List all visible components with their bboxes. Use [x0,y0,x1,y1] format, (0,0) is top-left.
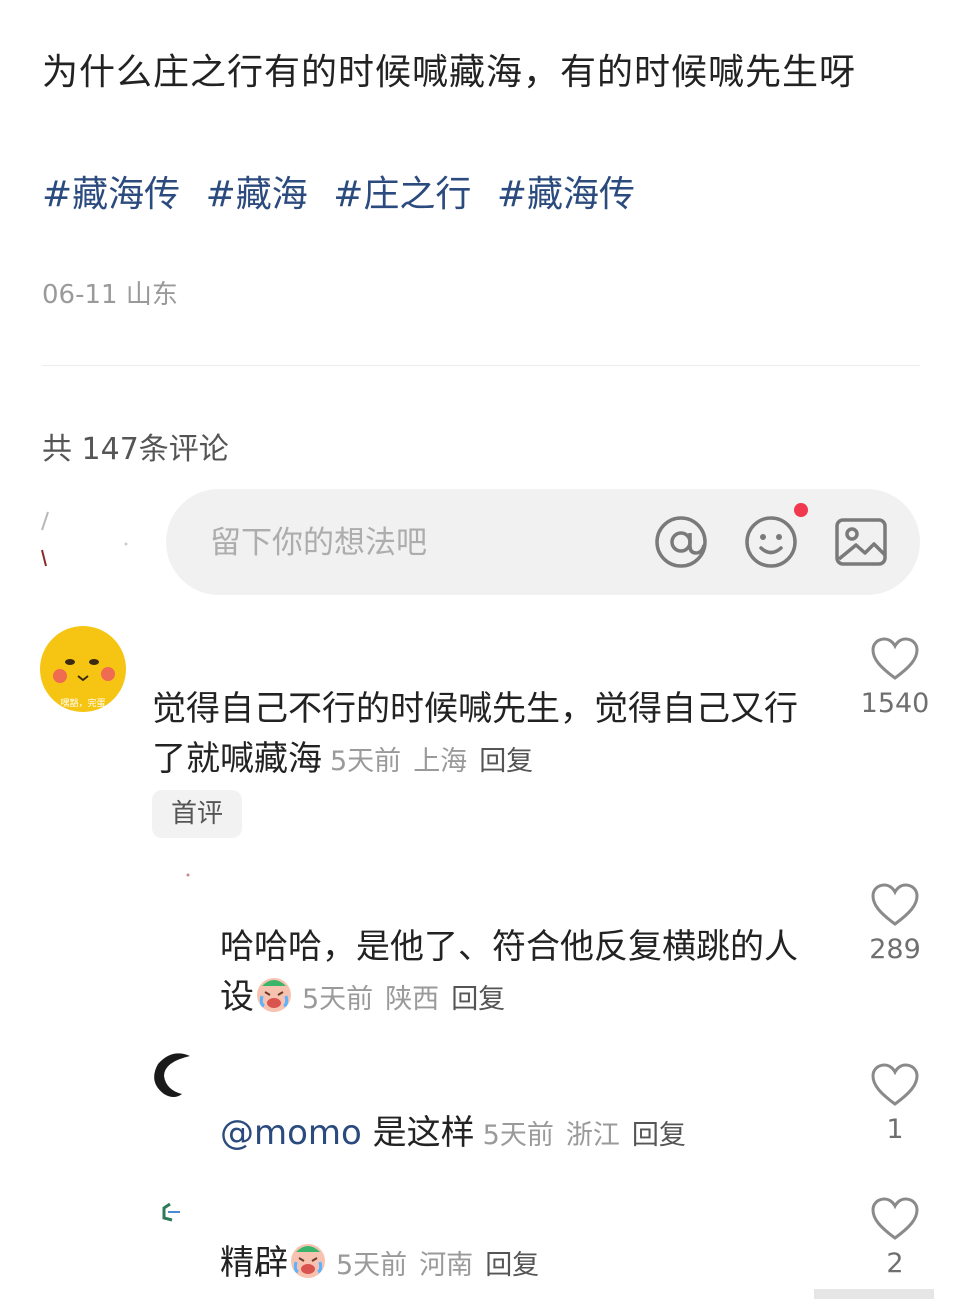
post-location: 山东 [125,280,178,310]
comment-location: 陕西 [385,984,440,1015]
comment-meta: 5天前 陕西 回复 [302,984,505,1015]
avatar[interactable] [158,1198,188,1228]
avatar[interactable] [150,1050,200,1100]
tag-link[interactable]: #藏海 [206,174,308,215]
reply-button[interactable]: 回复 [479,746,533,777]
comment-body: 精辟 5天前 河南 回复 [220,1238,830,1291]
comment-meta: 5天前 河南 回复 [336,1250,539,1281]
tag-link[interactable]: #藏海传 [42,174,180,215]
comment-count: 共 147条评论 [42,432,229,467]
heart-icon [871,637,919,680]
tag-link[interactable]: #庄之行 [333,174,471,215]
heart-icon [871,1063,919,1106]
avatar-caption: 嘿豁，完蛋 [60,697,105,709]
comment-time: 5天前 [302,984,374,1015]
avatar[interactable] [150,870,210,930]
comment-location: 河南 [419,1250,474,1281]
like-button[interactable]: 1 [855,1062,935,1145]
comment-body: 哈哈哈，是他了、符合他反复横跳的人设 5天前 陕西 回复 [220,922,830,1025]
crying-emoji-icon [288,1240,328,1280]
reply-button[interactable]: 回复 [451,984,505,1015]
avatar[interactable]: 嘿豁，完蛋 [40,626,126,712]
mention-link[interactable]: @momo [220,1113,362,1153]
comment-text: 是这样 [372,1113,475,1153]
like-button[interactable]: 1540 [855,636,935,719]
reply-button[interactable]: 回复 [632,1120,686,1151]
comment-text: 精辟 [220,1243,288,1283]
comment-time: 5天前 [336,1250,408,1281]
post-title: 为什么庄之行有的时候喊藏海，有的时候喊先生呀 [42,52,857,93]
comment-meta: 5天前 上海 回复 [330,746,533,777]
like-count: 289 [869,934,921,965]
like-button[interactable]: 2 [855,1196,935,1279]
like-count: 2 [886,1248,904,1279]
like-count: 1 [886,1114,904,1145]
emoji-icon[interactable] [742,513,800,571]
comment-time: 5天前 [482,1120,554,1151]
comment-meta: 5天前 浙江 回复 [483,1120,686,1151]
like-count: 1540 [860,688,930,719]
comment-input-box[interactable] [166,489,920,595]
divider [42,365,920,366]
comment-time: 5天前 [330,746,402,777]
comment-input[interactable] [208,515,612,571]
comment-body: 觉得自己不行的时候喊先生，觉得自己又行了就喊藏海 5天前 上海 回复 [152,684,802,787]
heart-icon [871,1197,919,1240]
watermark [814,1283,954,1305]
at-mention-icon[interactable] [652,513,710,571]
image-icon[interactable] [832,513,890,571]
my-avatar[interactable] [38,508,134,578]
comment-location: 上海 [413,746,468,777]
heart-icon [871,883,919,926]
comment-location: 浙江 [565,1120,620,1151]
first-comment-badge: 首评 [152,790,242,838]
notification-dot [794,503,808,517]
post-meta: 06-11 山东 [42,274,178,311]
tag-link[interactable]: #藏海传 [497,174,635,215]
post-date: 06-11 [42,280,118,310]
post-tags: #藏海传 #藏海 #庄之行 #藏海传 [42,168,649,222]
crying-laughing-emoji-icon [254,974,294,1014]
comment-body: @momo 是这样 5天前 浙江 回复 [220,1108,830,1161]
like-button[interactable]: 289 [855,882,935,965]
reply-button[interactable]: 回复 [485,1250,539,1281]
